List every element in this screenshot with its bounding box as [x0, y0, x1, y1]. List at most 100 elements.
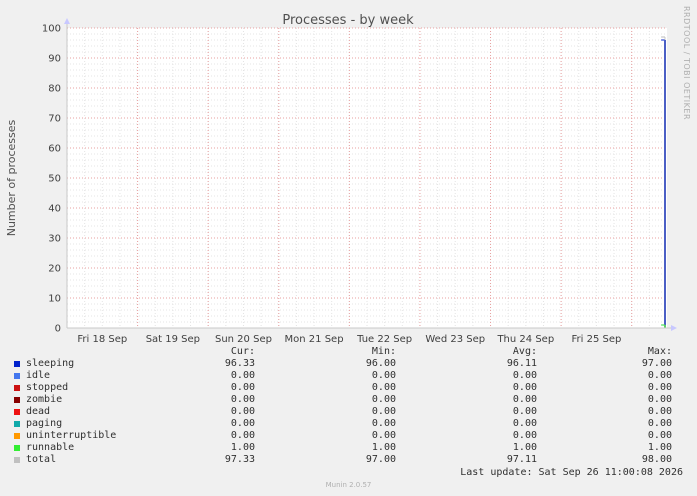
legend-row-sleeping: sleeping 96.33 96.00 96.11 97.00 [0, 358, 697, 370]
legend-cur-value: 97.33 [224, 454, 255, 465]
max-header: Max: [647, 346, 672, 357]
legend-avg-value: 96.11 [506, 358, 537, 369]
legend-avg-value: 0.00 [512, 382, 537, 393]
legend-cur-value: 0.00 [230, 382, 255, 393]
y-tick-label: 20 [48, 264, 61, 275]
y-tick-label: 60 [48, 144, 61, 155]
legend-cur-value: 0.00 [230, 370, 255, 381]
legend-swatch [14, 421, 20, 427]
x-axis-ticks: Fri 18 Sep Sat 19 Sep Sun 20 Sep Mon 21 Sep… [77, 334, 621, 345]
legend-row-idle: idle 0.00 0.00 0.00 0.00 [0, 370, 697, 382]
y-axis-ticks: 0 10 20 30 40 50 60 70 80 90 100 [42, 24, 61, 335]
legend-avg-value: 0.00 [512, 370, 537, 381]
legend-max-value: 0.00 [647, 382, 672, 393]
legend-swatch [14, 445, 20, 451]
x-tick-label: Sun 20 Sep [215, 334, 272, 345]
y-tick-label: 30 [48, 234, 61, 245]
legend-series-name: idle [26, 370, 51, 381]
legend-min-value: 0.00 [371, 406, 396, 417]
legend-swatch [14, 385, 20, 391]
x-tick-label: Mon 21 Sep [285, 334, 344, 345]
legend-cur-value: 0.00 [230, 418, 255, 429]
legend-swatch [14, 361, 20, 367]
legend-avg-value: 0.00 [512, 430, 537, 441]
x-axis-arrow [671, 325, 677, 331]
x-tick-label: Sat 19 Sep [146, 334, 200, 345]
legend-avg-value: 0.00 [512, 394, 537, 405]
y-tick-label: 90 [48, 54, 61, 65]
legend-series-name: zombie [26, 394, 63, 405]
legend-avg-value: 1.00 [512, 442, 537, 453]
legend-max-value: 0.00 [647, 430, 672, 441]
legend-cur-value: 1.00 [230, 442, 255, 453]
cur-header: Cur: [230, 346, 255, 357]
legend-max-value: 97.00 [641, 358, 672, 369]
legend-min-value: 0.00 [371, 430, 396, 441]
chart-title: Processes - by week [282, 13, 414, 28]
munin-version: Munin 2.0.57 [325, 481, 372, 489]
last-update: Last update: Sat Sep 26 11:00:08 2026 [460, 467, 683, 478]
legend-swatch [14, 457, 20, 463]
legend-cur-value: 0.00 [230, 394, 255, 405]
legend-series-name: stopped [26, 382, 69, 393]
x-tick-label: Wed 23 Sep [425, 334, 485, 345]
legend-row-dead: dead 0.00 0.00 0.00 0.00 [0, 406, 697, 418]
x-tick-label: Fri 18 Sep [77, 334, 127, 345]
legend-cur-value: 96.33 [224, 358, 255, 369]
legend-rows: sleeping 96.33 96.00 96.11 97.00 idle 0.00 0.00… [0, 358, 697, 466]
legend-max-value: 98.00 [641, 454, 672, 465]
y-tick-label: 0 [55, 324, 61, 335]
legend-row-stopped: stopped 0.00 0.00 0.00 0.00 [0, 382, 697, 394]
avg-header: Avg: [512, 346, 537, 357]
y-tick-label: 40 [48, 204, 61, 215]
y-tick-label: 10 [48, 294, 61, 305]
legend-row-uninterruptible: uninterruptible 0.00 0.00 0.00 0.00 [0, 430, 697, 442]
y-tick-label: 50 [48, 174, 61, 185]
legend-min-value: 0.00 [371, 370, 396, 381]
legend-avg-value: 0.00 [512, 418, 537, 429]
legend-min-value: 1.00 [371, 442, 396, 453]
legend-min-value: 97.00 [365, 454, 396, 465]
legend-max-value: 0.00 [647, 406, 672, 417]
legend-swatch [14, 433, 20, 439]
legend-swatch [14, 397, 20, 403]
legend-max-value: 0.00 [647, 370, 672, 381]
legend-series-name: total [26, 454, 57, 465]
legend-row-zombie: zombie 0.00 0.00 0.00 0.00 [0, 394, 697, 406]
y-tick-label: 70 [48, 114, 61, 125]
legend-swatch [14, 373, 20, 379]
legend-cur-value: 0.00 [230, 406, 255, 417]
processes-chart: Processes - by week Number of processes … [5, 6, 691, 345]
legend-series-name: runnable [26, 442, 75, 453]
legend-min-value: 96.00 [365, 358, 396, 369]
legend-series-name: sleeping [26, 358, 75, 369]
y-tick-label: 100 [42, 24, 61, 35]
legend-max-value: 1.00 [647, 442, 672, 453]
legend: Cur: Min: Avg: Max: sleeping 96.33 96.00 96… [0, 346, 697, 466]
series-total [664, 37, 666, 328]
legend-row-paging: paging 0.00 0.00 0.00 0.00 [0, 418, 697, 430]
legend-header: Cur: Min: Avg: Max: [0, 346, 697, 358]
legend-avg-value: 0.00 [512, 406, 537, 417]
min-header: Min: [371, 346, 396, 357]
legend-swatch [14, 409, 20, 415]
y-axis-label: Number of processes [5, 119, 18, 236]
legend-row-runnable: runnable 1.00 1.00 1.00 1.00 [0, 442, 697, 454]
x-tick-label: Thu 24 Sep [496, 334, 554, 345]
legend-series-name: dead [26, 406, 51, 417]
legend-row-total: total 97.33 97.00 97.11 98.00 [0, 454, 697, 466]
x-tick-label: Fri 25 Sep [571, 334, 621, 345]
legend-min-value: 0.00 [371, 394, 396, 405]
x-tick-label: Tue 22 Sep [356, 334, 412, 345]
rrdtool-label: RRDTOOL / TOBI OETIKER [682, 6, 691, 120]
y-axis-arrow [64, 18, 70, 24]
legend-min-value: 0.00 [371, 418, 396, 429]
legend-cur-value: 0.00 [230, 430, 255, 441]
legend-max-value: 0.00 [647, 418, 672, 429]
legend-series-name: paging [26, 418, 63, 429]
legend-series-name: uninterruptible [26, 430, 117, 441]
legend-max-value: 0.00 [647, 394, 672, 405]
y-tick-label: 80 [48, 84, 61, 95]
legend-min-value: 0.00 [371, 382, 396, 393]
legend-avg-value: 97.11 [506, 454, 537, 465]
